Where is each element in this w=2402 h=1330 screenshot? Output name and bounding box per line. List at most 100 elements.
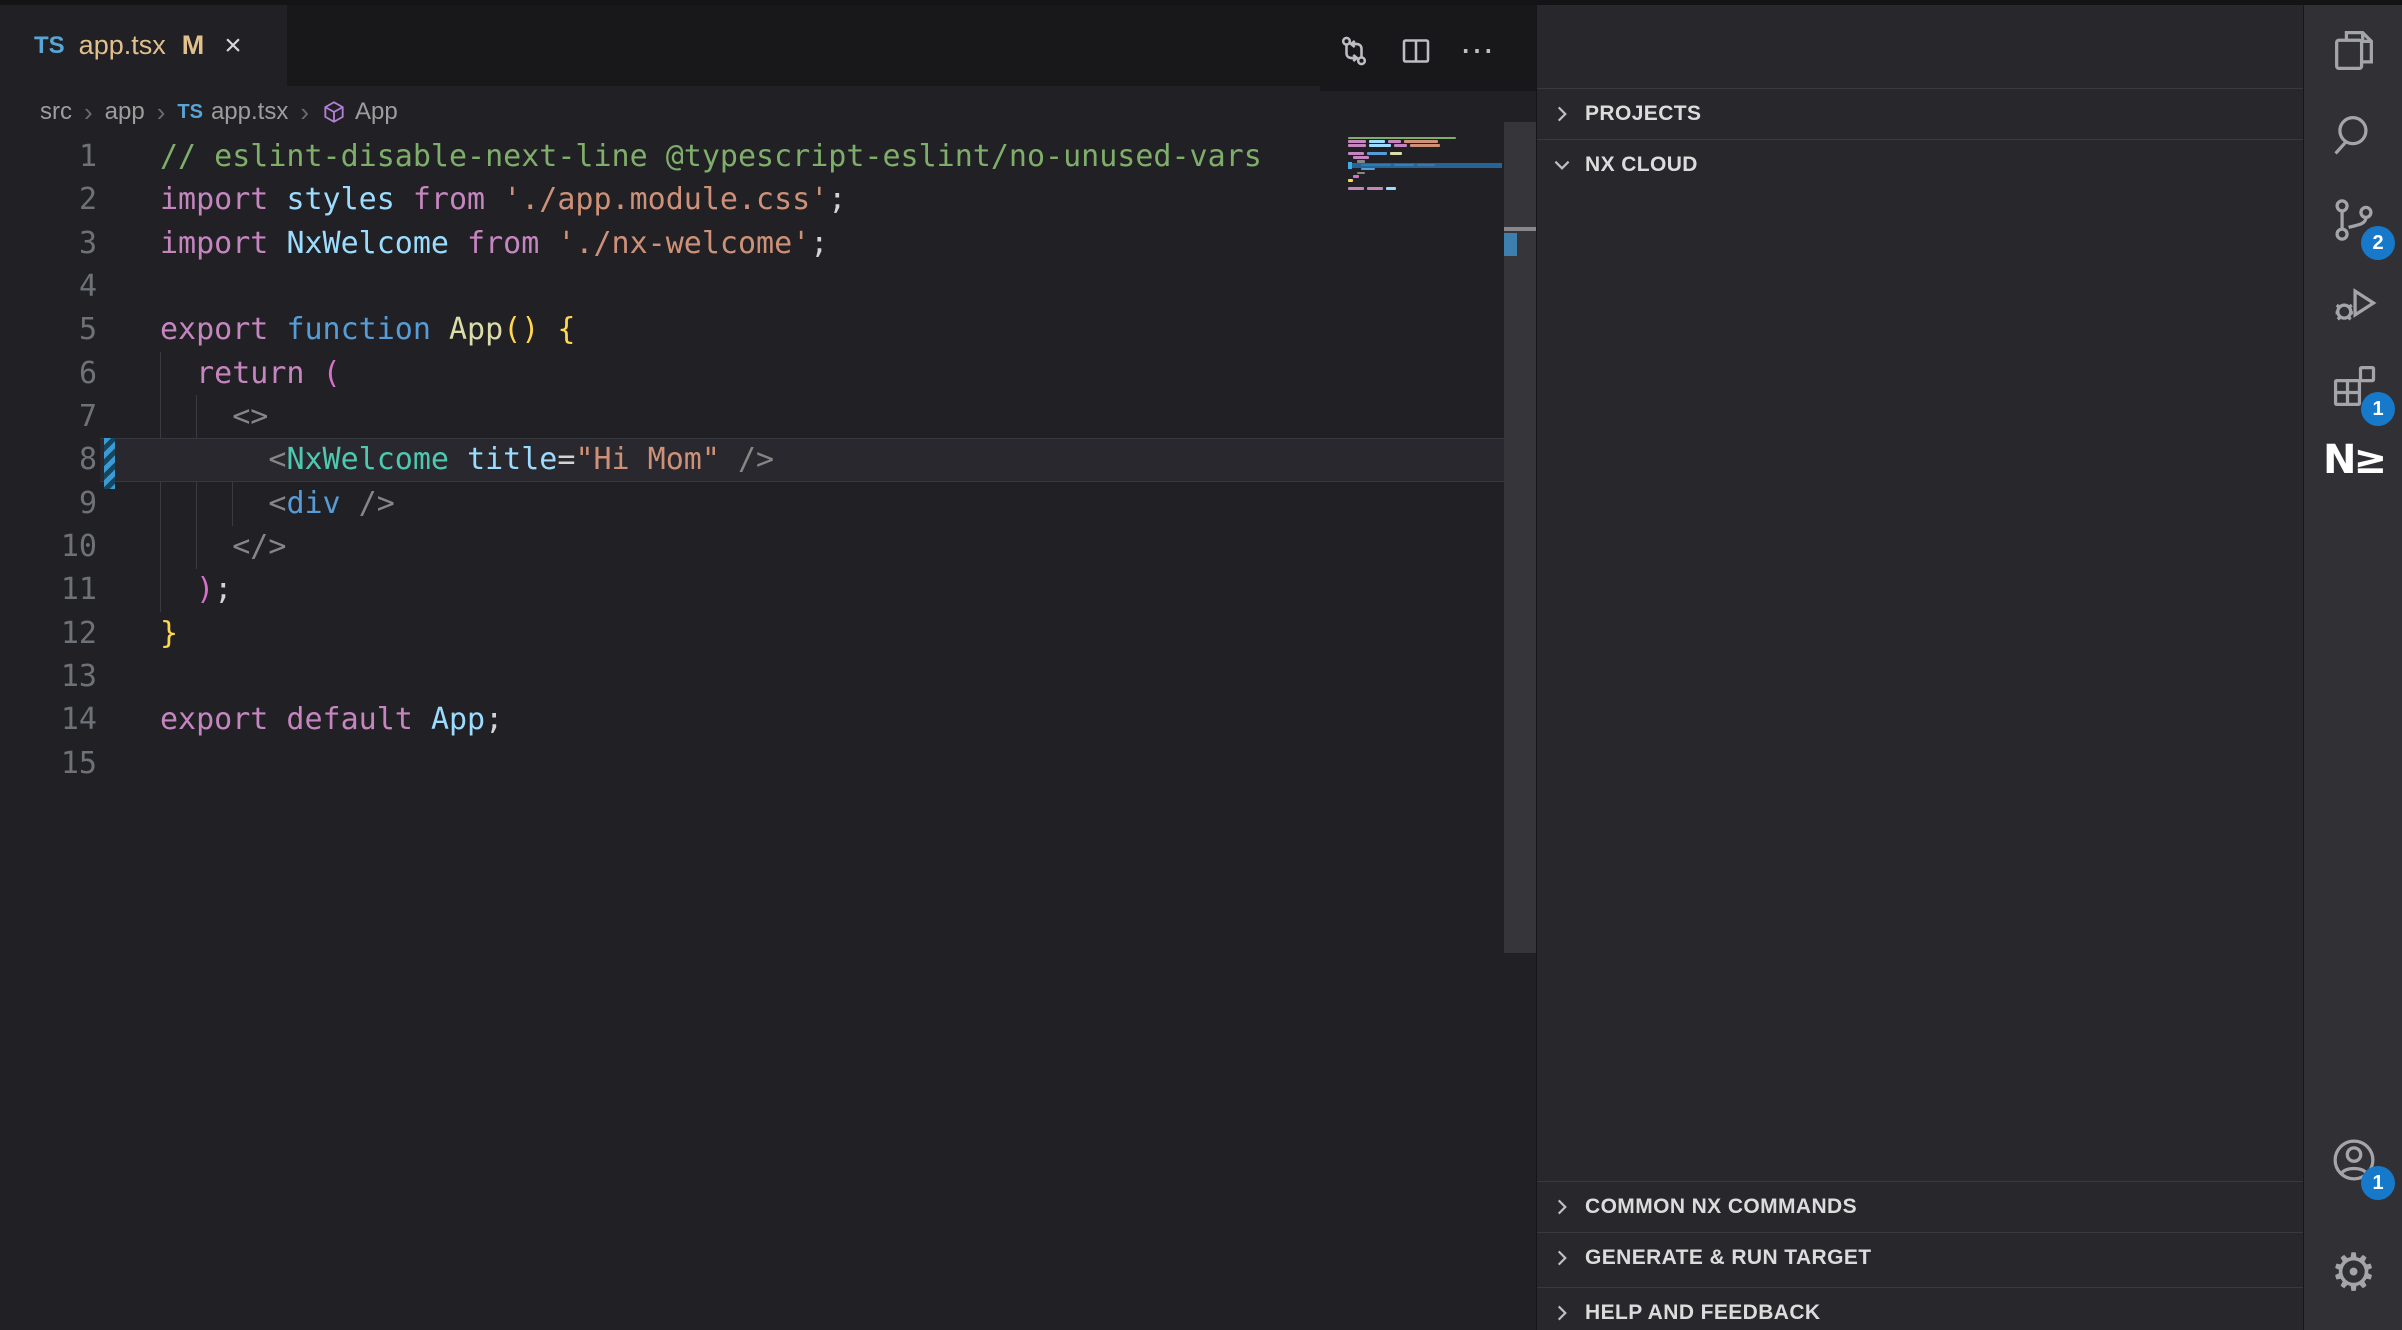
tab-close-icon[interactable]: × bbox=[224, 31, 242, 61]
code-editor[interactable]: 1// eslint-disable-next-line @typescript… bbox=[0, 130, 1504, 785]
code-line-11[interactable]: 11 ); bbox=[0, 568, 1504, 611]
activity-item-settings[interactable]: ⚙ bbox=[2304, 1231, 2402, 1315]
code-text: export function App() { bbox=[160, 308, 575, 351]
section-common-nx-commands[interactable]: COMMON NX COMMANDS bbox=[1537, 1181, 2304, 1231]
activity-badge: 2 bbox=[2361, 226, 2395, 260]
activity-item-accounts[interactable]: 1 bbox=[2304, 1118, 2402, 1202]
breadcrumb-item-app[interactable]: app bbox=[105, 98, 145, 126]
code-line-15[interactable]: 15 bbox=[0, 742, 1504, 785]
symbol-cube-icon bbox=[321, 99, 347, 125]
section-label: GENERATE & RUN TARGET bbox=[1585, 1246, 1871, 1270]
minimap-current-line bbox=[1348, 163, 1502, 168]
editor-toolbar: ⋯ bbox=[1320, 10, 1536, 91]
minimap-segment bbox=[1348, 152, 1364, 155]
typescript-file-icon: TS bbox=[177, 101, 203, 124]
line-number[interactable]: 4 bbox=[0, 265, 97, 308]
code-line-1[interactable]: 1// eslint-disable-next-line @typescript… bbox=[0, 135, 1504, 178]
breadcrumb-item-src[interactable]: src bbox=[40, 98, 72, 126]
line-number[interactable]: 15 bbox=[0, 742, 97, 785]
minimap-segment bbox=[1353, 175, 1359, 178]
code-line-7[interactable]: 7 <> bbox=[0, 395, 1504, 438]
activity-item-explorer[interactable] bbox=[2304, 8, 2402, 92]
line-number[interactable]: 10 bbox=[0, 525, 97, 568]
code-line-9[interactable]: 9 <div /> bbox=[0, 482, 1504, 525]
breadcrumb-label: src bbox=[40, 98, 72, 126]
line-number[interactable]: 14 bbox=[0, 698, 97, 741]
minimap-segment bbox=[1404, 140, 1438, 143]
code-line-3[interactable]: 3import NxWelcome from './nx-welcome'; bbox=[0, 222, 1504, 265]
section-help-and-feedback[interactable]: HELP AND FEEDBACK bbox=[1537, 1287, 2304, 1330]
activity-badge: 1 bbox=[2361, 1166, 2395, 1200]
line-number[interactable]: 3 bbox=[0, 222, 97, 265]
minimap-segment bbox=[1394, 144, 1407, 147]
breadcrumb-item-app-tsx[interactable]: TS app.tsx bbox=[177, 98, 288, 126]
code-line-5[interactable]: 5 export function App() { bbox=[0, 308, 1504, 351]
split-editor-icon[interactable] bbox=[1398, 33, 1434, 69]
line-number[interactable]: 5 bbox=[0, 308, 97, 351]
overview-ruler-scrollbar[interactable] bbox=[1504, 122, 1536, 953]
activity-bar: 21N≥1⚙ bbox=[2303, 0, 2402, 1330]
code-line-6[interactable]: 6 return ( bbox=[0, 352, 1504, 395]
overview-ruler-modified-mark bbox=[1504, 233, 1517, 256]
breadcrumb-label: app bbox=[105, 98, 145, 126]
minimap-segment bbox=[1369, 140, 1385, 143]
activity-item-source-control[interactable]: 2 bbox=[2304, 178, 2402, 262]
minimap-modified-marker bbox=[1348, 162, 1352, 169]
code-text: <> bbox=[160, 395, 268, 438]
line-number[interactable]: 2 bbox=[0, 178, 97, 221]
section-nx-cloud[interactable]: NX CLOUD bbox=[1537, 139, 2304, 189]
code-text: export default App; bbox=[160, 698, 503, 741]
activity-item-nx[interactable]: N≥ bbox=[2304, 418, 2402, 502]
line-number[interactable]: 6 bbox=[0, 352, 97, 395]
vscode-window: TS app.tsx M × ⋯ src›app›TSapp.tsx›App bbox=[0, 0, 2402, 1330]
breadcrumb-item-app[interactable]: App bbox=[321, 98, 398, 126]
code-line-12[interactable]: 12} bbox=[0, 612, 1504, 655]
minimap-segment bbox=[1348, 140, 1366, 143]
breadcrumb-label: App bbox=[355, 98, 398, 126]
code-line-10[interactable]: 10 </> bbox=[0, 525, 1504, 568]
code-line-2[interactable]: 2import styles from './app.module.css'; bbox=[0, 178, 1504, 221]
compare-changes-icon[interactable] bbox=[1336, 33, 1372, 69]
line-number[interactable]: 1 bbox=[0, 135, 97, 178]
section-projects[interactable]: PROJECTS bbox=[1537, 88, 2304, 138]
activity-item-extensions[interactable]: 1 bbox=[2304, 344, 2402, 428]
breadcrumb-label: app.tsx bbox=[211, 98, 288, 126]
chevron-down-icon bbox=[1551, 154, 1573, 176]
activity-item-search[interactable] bbox=[2304, 93, 2402, 177]
code-line-4[interactable]: 4 bbox=[0, 265, 1504, 308]
breadcrumb-separator: › bbox=[300, 97, 309, 128]
line-number[interactable]: 8 bbox=[0, 438, 97, 481]
section-label: HELP AND FEEDBACK bbox=[1585, 1301, 1820, 1325]
code-line-8[interactable]: 8 <NxWelcome title="Hi Mom" /> bbox=[0, 438, 1504, 481]
minimap-segment bbox=[1348, 179, 1353, 182]
line-number[interactable]: 11 bbox=[0, 568, 97, 611]
code-text: <NxWelcome title="Hi Mom" /> bbox=[160, 438, 774, 481]
breadcrumb-separator: › bbox=[157, 97, 166, 128]
minimap-line bbox=[1348, 190, 1502, 194]
breadcrumb: src›app›TSapp.tsx›App bbox=[40, 92, 398, 132]
minimap-segment bbox=[1357, 172, 1365, 175]
section-generate-run-target[interactable]: GENERATE & RUN TARGET bbox=[1537, 1232, 2304, 1282]
line-number[interactable]: 12 bbox=[0, 612, 97, 655]
line-number[interactable]: 13 bbox=[0, 655, 97, 698]
minimap-segment bbox=[1390, 152, 1402, 155]
window-top-edge bbox=[0, 0, 2402, 5]
activity-item-run-debug[interactable] bbox=[2304, 261, 2402, 345]
run-debug-icon bbox=[2328, 277, 2380, 329]
minimap-segment bbox=[1369, 144, 1391, 147]
tab-filename: app.tsx bbox=[79, 30, 166, 61]
code-line-13[interactable]: 13 bbox=[0, 655, 1504, 698]
code-line-14[interactable]: 14 export default App; bbox=[0, 698, 1504, 741]
chevron-right-icon bbox=[1551, 1196, 1573, 1218]
more-actions-icon[interactable]: ⋯ bbox=[1460, 41, 1496, 61]
minimap-segment bbox=[1348, 187, 1364, 190]
typescript-file-icon: TS bbox=[34, 32, 65, 60]
tab-app-tsx[interactable]: TS app.tsx M × bbox=[0, 5, 287, 86]
minimap-segment bbox=[1361, 168, 1375, 171]
settings-gear-icon: ⚙ bbox=[2330, 1247, 2377, 1299]
minimap-segment bbox=[1367, 152, 1387, 155]
line-number[interactable]: 9 bbox=[0, 482, 97, 525]
line-number[interactable]: 7 bbox=[0, 395, 97, 438]
minimap[interactable] bbox=[1348, 136, 1502, 206]
code-text: } bbox=[160, 612, 178, 655]
